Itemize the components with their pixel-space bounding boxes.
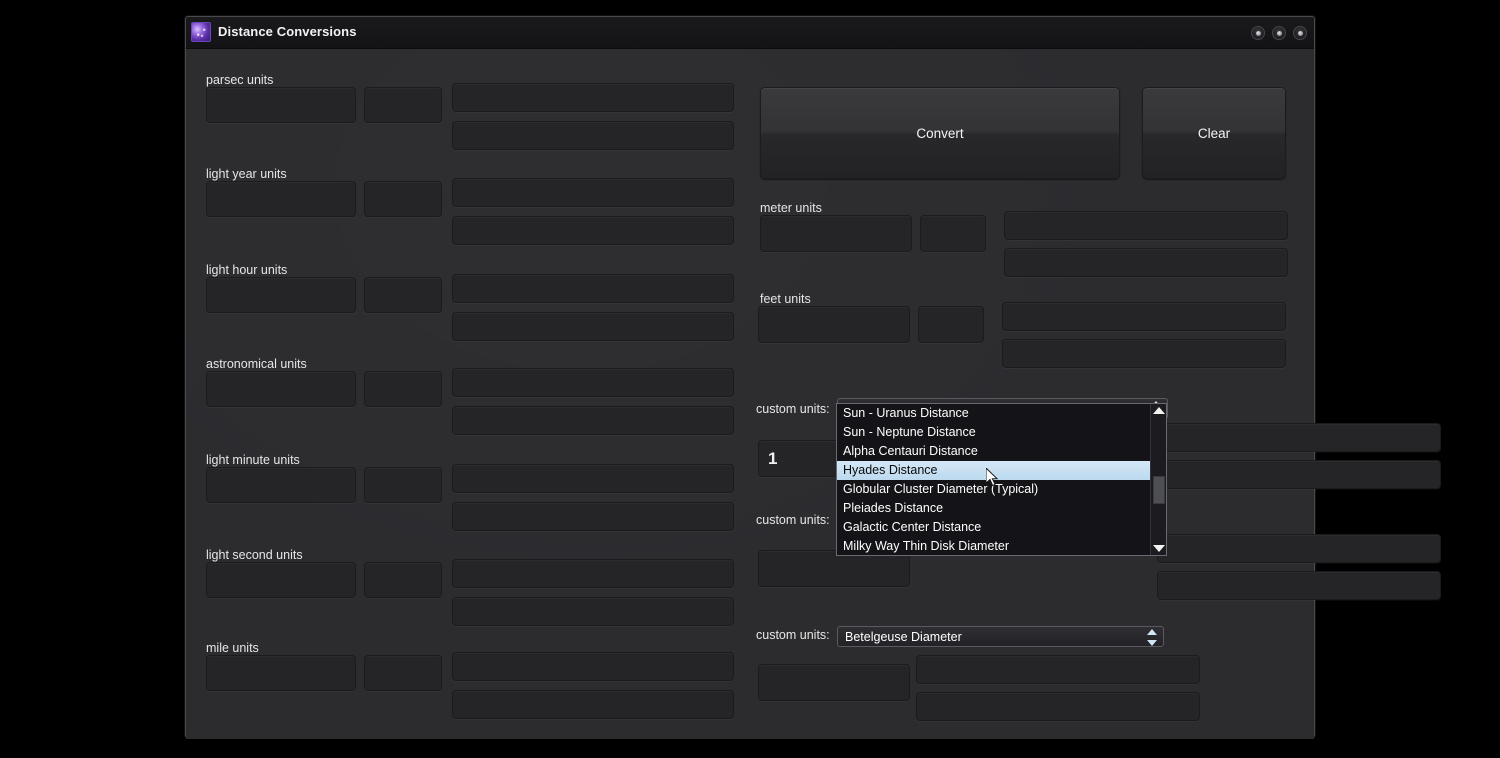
input-feet-value[interactable] bbox=[758, 306, 910, 343]
starfield-app-icon bbox=[191, 22, 211, 42]
client-area: parsec units light year units light hour… bbox=[186, 49, 1441, 739]
label-light-hour-units: light hour units bbox=[206, 263, 288, 277]
label-parsec-units: parsec units bbox=[206, 73, 274, 87]
input-light-year-value[interactable] bbox=[206, 181, 356, 217]
label-custom-units-1: custom units: bbox=[756, 402, 830, 416]
output-parsec-1[interactable] bbox=[452, 83, 734, 112]
window-title: Distance Conversions bbox=[218, 24, 357, 39]
input-astronomical-unit[interactable] bbox=[364, 371, 442, 407]
label-astronomical-units: astronomical units bbox=[206, 357, 307, 371]
label-light-minute-units: light minute units bbox=[206, 453, 300, 467]
input-light-minute-unit[interactable] bbox=[364, 467, 442, 503]
output-mile-2[interactable] bbox=[452, 690, 734, 719]
label-custom-units-2: custom units: bbox=[756, 513, 830, 527]
input-parsec-unit[interactable] bbox=[364, 87, 442, 123]
input-light-hour-value[interactable] bbox=[206, 277, 356, 313]
output-light-year-1[interactable] bbox=[452, 178, 734, 207]
dropdown-option[interactable]: Sun - Uranus Distance bbox=[837, 404, 1166, 423]
input-light-year-unit[interactable] bbox=[364, 181, 442, 217]
label-light-second-units: light second units bbox=[206, 548, 303, 562]
output-custom-1-1[interactable] bbox=[1157, 423, 1441, 452]
scrollbar-thumb[interactable] bbox=[1153, 476, 1165, 504]
input-feet-unit[interactable] bbox=[918, 306, 984, 343]
input-custom-value-3[interactable] bbox=[758, 664, 910, 701]
input-meter-value[interactable] bbox=[760, 215, 912, 252]
output-custom-2-2[interactable] bbox=[1157, 571, 1441, 600]
output-light-minute-1[interactable] bbox=[452, 464, 734, 493]
convert-button[interactable]: Convert bbox=[760, 87, 1120, 179]
title-bar[interactable]: Distance Conversions bbox=[186, 17, 1314, 49]
output-light-second-1[interactable] bbox=[452, 559, 734, 588]
dropdown-option[interactable]: Alpha Centauri Distance bbox=[837, 442, 1166, 461]
label-mile-units: mile units bbox=[206, 641, 259, 655]
input-parsec-value[interactable] bbox=[206, 87, 356, 123]
output-light-second-2[interactable] bbox=[452, 597, 734, 626]
input-astronomical-value[interactable] bbox=[206, 371, 356, 407]
custom-units-select-3-value: Betelgeuse Diameter bbox=[845, 629, 962, 644]
maximize-button[interactable] bbox=[1272, 26, 1286, 40]
input-light-hour-unit[interactable] bbox=[364, 277, 442, 313]
output-custom-2-1[interactable] bbox=[1157, 534, 1441, 563]
output-light-minute-2[interactable] bbox=[452, 502, 734, 531]
label-custom-units-3: custom units: bbox=[756, 628, 830, 642]
dropdown-option[interactable]: Hyades Distance bbox=[837, 461, 1150, 480]
output-feet-2[interactable] bbox=[1002, 339, 1286, 368]
input-light-second-value[interactable] bbox=[206, 562, 356, 598]
dropdown-scrollbar[interactable] bbox=[1150, 404, 1166, 555]
output-light-hour-2[interactable] bbox=[452, 312, 734, 341]
dropdown-option[interactable]: Globular Cluster Diameter (Typical) bbox=[837, 480, 1166, 499]
input-light-second-unit[interactable] bbox=[364, 562, 442, 598]
label-meter-units: meter units bbox=[760, 201, 822, 215]
label-feet-units: feet units bbox=[760, 292, 811, 306]
dropdown-options: Sun - Uranus Distance Sun - Neptune Dista… bbox=[837, 404, 1166, 556]
custom-units-select-3[interactable]: Betelgeuse Diameter bbox=[837, 626, 1164, 647]
input-light-minute-value[interactable] bbox=[206, 467, 356, 503]
scroll-down-arrow-icon[interactable] bbox=[1153, 545, 1165, 552]
input-meter-unit[interactable] bbox=[920, 215, 986, 252]
spinner-arrows-icon[interactable] bbox=[1146, 629, 1157, 646]
dropdown-option[interactable]: Milky Way Thin Disk Diameter bbox=[837, 537, 1166, 556]
app-window: Distance Conversions parsec units light … bbox=[185, 16, 1441, 739]
dropdown-option[interactable]: Pleiades Distance bbox=[837, 499, 1166, 518]
output-mile-1[interactable] bbox=[452, 652, 734, 681]
dropdown-option[interactable]: Galactic Center Distance bbox=[837, 518, 1166, 537]
minimize-button[interactable] bbox=[1251, 26, 1265, 40]
input-mile-unit[interactable] bbox=[364, 655, 442, 691]
output-custom-3-2[interactable] bbox=[916, 692, 1200, 721]
scroll-up-arrow-icon[interactable] bbox=[1153, 407, 1165, 414]
close-button[interactable] bbox=[1293, 26, 1307, 40]
output-light-year-2[interactable] bbox=[452, 216, 734, 245]
output-parsec-2[interactable] bbox=[452, 121, 734, 150]
output-meter-1[interactable] bbox=[1004, 211, 1288, 240]
label-light-year-units: light year units bbox=[206, 167, 287, 181]
output-light-hour-1[interactable] bbox=[452, 274, 734, 303]
output-feet-1[interactable] bbox=[1002, 302, 1286, 331]
dropdown-option[interactable]: Sun - Neptune Distance bbox=[837, 423, 1166, 442]
output-custom-1-2[interactable] bbox=[1157, 460, 1441, 489]
custom-units-dropdown-list[interactable]: Sun - Uranus Distance Sun - Neptune Dista… bbox=[836, 403, 1167, 556]
clear-button[interactable]: Clear bbox=[1142, 87, 1286, 179]
output-custom-3-1[interactable] bbox=[916, 655, 1200, 684]
output-astronomical-2[interactable] bbox=[452, 406, 734, 435]
input-mile-value[interactable] bbox=[206, 655, 356, 691]
output-astronomical-1[interactable] bbox=[452, 368, 734, 397]
output-meter-2[interactable] bbox=[1004, 248, 1288, 277]
